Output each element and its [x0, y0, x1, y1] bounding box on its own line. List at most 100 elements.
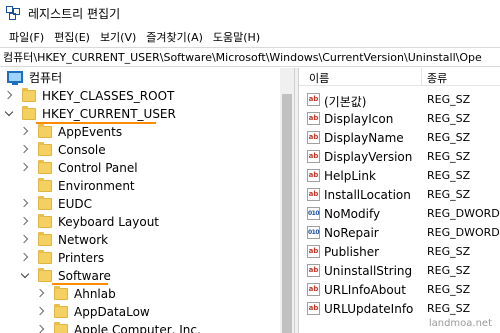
folder-icon: [38, 214, 52, 228]
key-tree-pane[interactable]: 컴퓨터 HKEY_CLASSES_ROOT HKEY_CURRENT_USER …: [0, 68, 294, 333]
chevron-right-icon[interactable]: [20, 199, 30, 209]
values-header: 이름 종류: [299, 68, 500, 86]
chevron-right-icon[interactable]: [36, 325, 46, 333]
value-row[interactable]: ab URLUpdateInfo REG_SZ: [299, 300, 500, 319]
value-type: REG_SZ: [427, 302, 471, 315]
tree-root-computer[interactable]: 컴퓨터: [4, 68, 62, 86]
tree-item-apple-computer[interactable]: Apple Computer, Inc.: [36, 321, 201, 333]
value-name: InstallLocation: [324, 188, 411, 202]
value-name: NoModify: [324, 207, 381, 221]
value-name: Publisher: [324, 245, 380, 259]
tree-label: Network: [58, 233, 109, 247]
value-row[interactable]: 010 NoModify REG_DWORD: [299, 205, 500, 224]
value-row[interactable]: ab DisplayVersion REG_SZ: [299, 148, 500, 167]
tree-label: AppEvents: [58, 125, 123, 139]
folder-icon: [38, 142, 52, 156]
value-row[interactable]: ab URLInfoAbout REG_SZ: [299, 281, 500, 300]
chevron-right-icon[interactable]: [20, 235, 30, 245]
tree-label: EUDC: [58, 197, 92, 211]
folder-icon: [38, 196, 52, 210]
chevron-right-icon[interactable]: [20, 217, 30, 227]
folder-icon: [22, 106, 36, 120]
value-row[interactable]: ab UninstallString REG_SZ: [299, 262, 500, 281]
value-row[interactable]: ab Publisher REG_SZ: [299, 243, 500, 262]
column-header-name[interactable]: 이름: [309, 70, 329, 86]
tree-item-environment[interactable]: Environment: [20, 177, 135, 195]
tree-item-appevents[interactable]: AppEvents: [20, 123, 122, 141]
value-type: REG_SZ: [427, 169, 471, 182]
tree-label: Software: [58, 269, 111, 283]
value-row[interactable]: ab InstallLocation REG_SZ: [299, 186, 500, 205]
tree-item-appdatalow[interactable]: AppDataLow: [36, 303, 150, 321]
menu-bar: 파일(F) 편집(E) 보기(V) 즐겨찾기(A) 도움말(H): [0, 27, 500, 47]
value-name: (기본값): [324, 95, 367, 109]
value-type: REG_SZ: [427, 112, 471, 125]
value-type: REG_SZ: [427, 93, 471, 106]
computer-icon: [7, 71, 23, 85]
folder-icon: [38, 160, 52, 174]
value-name: NoRepair: [324, 226, 379, 240]
value-name: DisplayName: [324, 131, 404, 145]
tree-label: Control Panel: [58, 161, 138, 175]
folder-icon: [22, 88, 36, 102]
title-bar: 레지스트리 편집기: [0, 0, 500, 27]
value-name: HelpLink: [324, 169, 376, 183]
string-value-icon: ab: [307, 245, 320, 258]
menu-edit[interactable]: 편집(E): [49, 29, 95, 45]
chevron-right-icon[interactable]: [4, 91, 14, 101]
chevron-right-icon[interactable]: [20, 145, 30, 155]
value-row[interactable]: ab (기본값) REG_SZ: [299, 91, 500, 110]
tree-label: Ahnlab: [74, 287, 116, 301]
value-row[interactable]: ab HelpLink REG_SZ: [299, 167, 500, 186]
column-header-type[interactable]: 종류: [427, 70, 447, 86]
values-pane[interactable]: 이름 종류 ab (기본값) REG_SZ ab DisplayIcon REG…: [299, 68, 500, 333]
tree-item-hkey-classes-root[interactable]: HKEY_CLASSES_ROOT: [4, 87, 174, 105]
column-divider[interactable]: [421, 68, 422, 86]
watermark: landmoa.net: [428, 318, 492, 329]
value-row[interactable]: ab DisplayName REG_SZ: [299, 129, 500, 148]
tree-item-printers[interactable]: Printers: [20, 249, 104, 267]
tree-item-eudc[interactable]: EUDC: [20, 195, 92, 213]
value-name: URLInfoAbout: [324, 283, 406, 297]
chevron-right-icon[interactable]: [36, 289, 46, 299]
address-bar[interactable]: 컴퓨터\HKEY_CURRENT_USER\Software\Microsoft…: [0, 47, 500, 67]
tree-scrollbar-thumb[interactable]: [282, 94, 292, 333]
chevron-down-icon[interactable]: [4, 109, 14, 119]
folder-icon: [38, 178, 52, 192]
chevron-down-icon[interactable]: [20, 271, 30, 281]
string-value-icon: ab: [307, 150, 320, 163]
tree-item-network[interactable]: Network: [20, 231, 108, 249]
menu-view[interactable]: 보기(V): [95, 29, 141, 45]
tree-item-console[interactable]: Console: [20, 141, 106, 159]
tree-item-ahnlab[interactable]: Ahnlab: [36, 285, 116, 303]
tree-item-keyboard-layout[interactable]: Keyboard Layout: [20, 213, 159, 231]
menu-help[interactable]: 도움말(H): [208, 29, 265, 45]
chevron-right-icon[interactable]: [20, 253, 30, 263]
menu-favorites[interactable]: 즐겨찾기(A): [141, 29, 208, 45]
folder-icon: [54, 322, 68, 333]
window-title: 레지스트리 편집기: [28, 7, 121, 21]
binary-value-icon: 010: [307, 207, 320, 220]
menu-file[interactable]: 파일(F): [4, 29, 49, 45]
chevron-right-icon[interactable]: [20, 163, 30, 173]
folder-icon: [38, 232, 52, 246]
tree-item-hkey-current-user[interactable]: HKEY_CURRENT_USER: [4, 105, 176, 123]
tree-label: HKEY_CLASSES_ROOT: [42, 89, 175, 103]
chevron-right-icon[interactable]: [36, 307, 46, 317]
value-row[interactable]: ab DisplayIcon REG_SZ: [299, 110, 500, 129]
string-value-icon: ab: [307, 283, 320, 296]
tree-label: HKEY_CURRENT_USER: [42, 107, 176, 121]
value-row[interactable]: 010 NoRepair REG_DWORD: [299, 224, 500, 243]
folder-icon: [38, 250, 52, 264]
string-value-icon: ab: [307, 264, 320, 277]
folder-icon: [38, 124, 52, 138]
tree-label: 컴퓨터: [29, 70, 63, 85]
folder-icon: [54, 286, 68, 300]
value-type: REG_DWORD: [427, 226, 500, 239]
address-path[interactable]: 컴퓨터\HKEY_CURRENT_USER\Software\Microsoft…: [3, 49, 482, 65]
value-name: DisplayIcon: [324, 112, 394, 126]
string-value-icon: ab: [307, 112, 320, 125]
tree-label: Printers: [58, 251, 105, 265]
tree-item-control-panel[interactable]: Control Panel: [20, 159, 138, 177]
chevron-right-icon[interactable]: [20, 127, 30, 137]
